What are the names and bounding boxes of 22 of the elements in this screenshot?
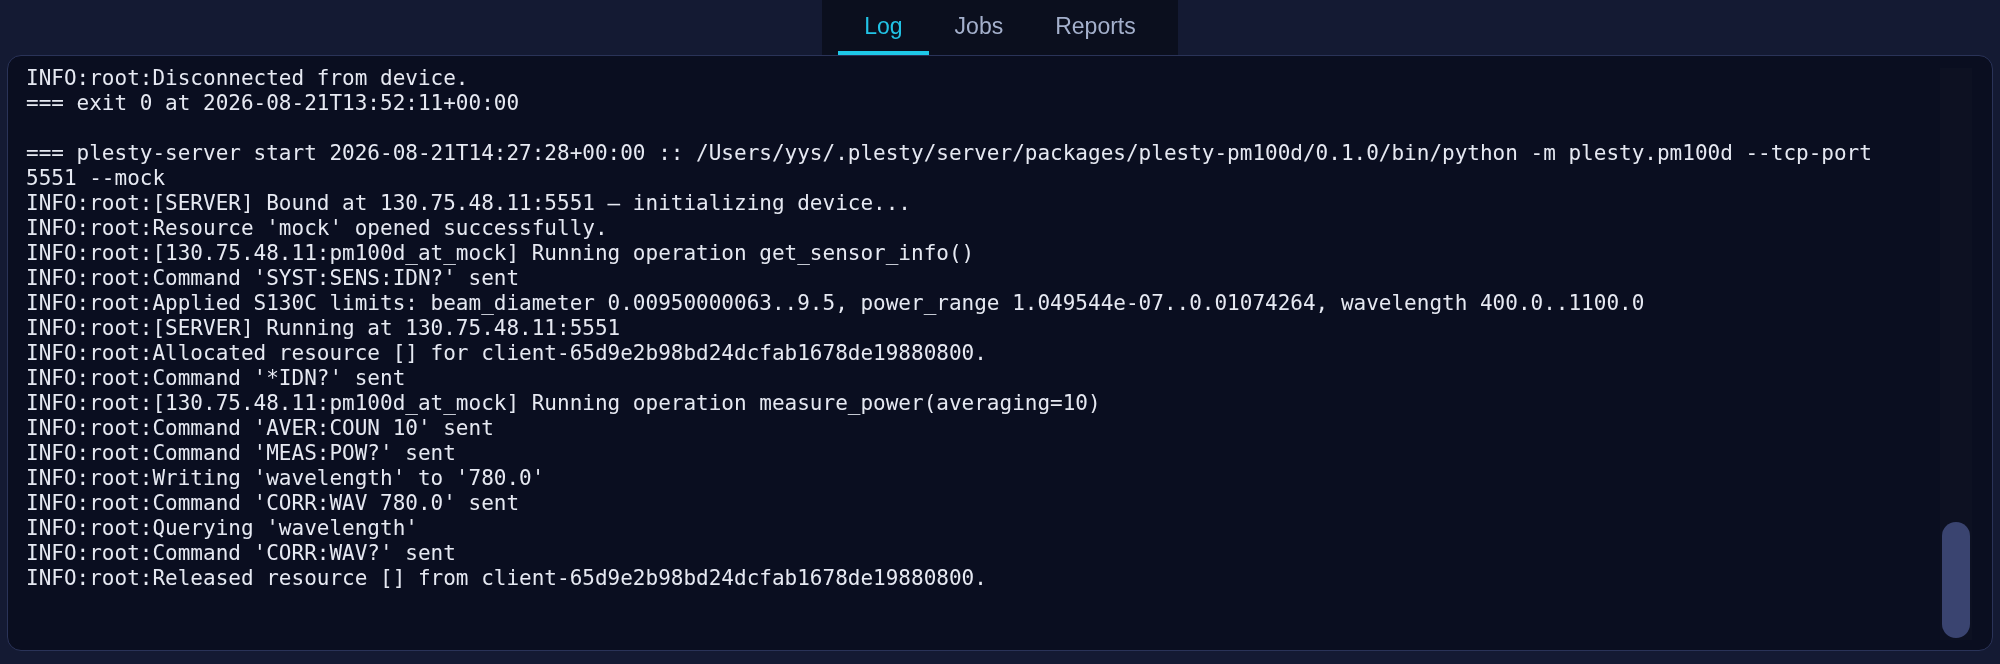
log-line: INFO:root:Released resource [] from client-65d9e2b98bd24dcfab1678de19880800. xyxy=(26,566,988,591)
log-line: INFO:root:Command 'AVER:COUN 10' sent xyxy=(26,416,495,441)
log-line: INFO:root:[SERVER] Bound at 130.75.48.11:5551 — initializing device... xyxy=(26,191,912,216)
log-line: === plesty-server start 2026-08-21T14:27:28+00:00 :: /Users/yys/.plesty/server/packages/plesty-pm100d/0.1.0/bin/python -m plesty.pm100d --tcp-port 5551 --mock xyxy=(26,141,1873,191)
log-line: INFO:root:Allocated resource [] for client-65d9e2b98bd24dcfab1678de19880800. xyxy=(26,341,988,366)
log-line: INFO:root:Command 'SYST:SENS:IDN?' sent xyxy=(26,266,521,291)
log-line: INFO:root:Querying 'wavelength' xyxy=(26,516,419,541)
log-line: INFO:root:Applied S130C limits: beam_diameter 0.00950000063..9.5, power_range 1.049544e-07..0.01074264, wavelength 400.0..1100.0 xyxy=(26,291,1646,316)
log-line: === exit 0 at 2026-08-21T13:52:11+00:00 xyxy=(26,91,521,116)
log-line: INFO:root:Writing 'wavelength' to '780.0' xyxy=(26,466,546,491)
log-line: INFO:root:[SERVER] Running at 130.75.48.11:5551 xyxy=(26,316,622,341)
tab[interactable]: Jobs xyxy=(928,0,1030,55)
tab[interactable]: Reports xyxy=(1029,0,1162,55)
log-line: INFO:root:Command '*IDN?' sent xyxy=(26,366,407,391)
log-line: INFO:root:Command 'CORR:WAV 780.0' sent xyxy=(26,491,521,516)
log-line: INFO:root:Command 'MEAS:POW?' sent xyxy=(26,441,457,466)
log-line: INFO:root:[130.75.48.11:pm100d_at_mock] Running operation get_sensor_info() xyxy=(26,241,976,266)
log-line: INFO:root:Command 'CORR:WAV?' sent xyxy=(26,541,457,566)
scrollbar-thumb[interactable] xyxy=(1942,522,1970,638)
log-line: INFO:root:[130.75.48.11:pm100d_at_mock] Running operation measure_power(averaging=10) xyxy=(26,391,1102,416)
log-line: INFO:root:Resource 'mock' opened successfully. xyxy=(26,216,609,241)
log-line: INFO:root:Disconnected from device. xyxy=(26,66,470,91)
